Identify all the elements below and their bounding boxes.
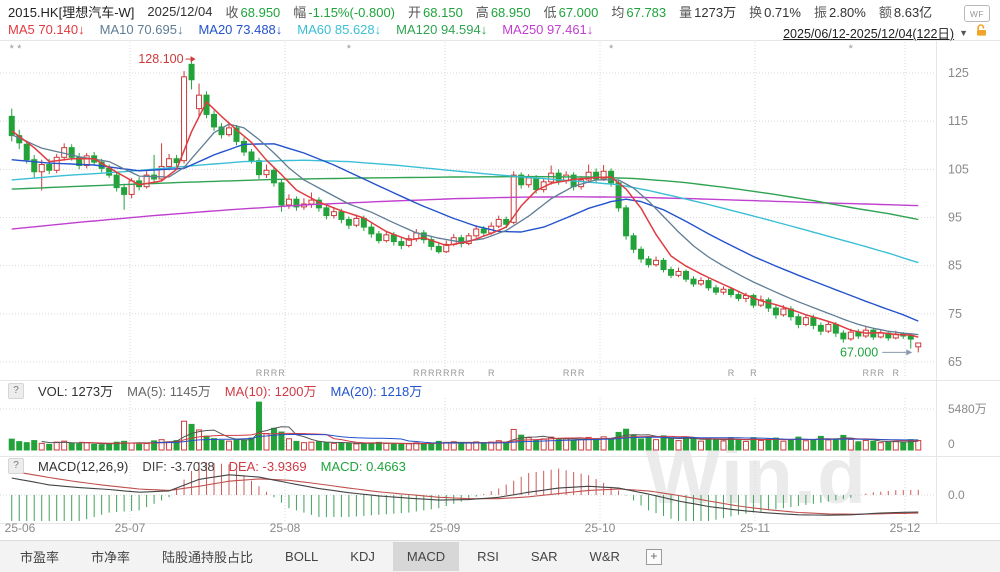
quote-header: 2015.HK[理想汽车-W] 2025/12/04 收68.950 幅-1.15… <box>8 3 932 20</box>
svg-text:25-09: 25-09 <box>430 521 461 535</box>
svg-text:R: R <box>578 368 585 378</box>
svg-text:85: 85 <box>948 259 962 273</box>
svg-text:25-12: 25-12 <box>890 521 921 535</box>
svg-text:R: R <box>728 368 735 378</box>
unlock-icon[interactable] <box>975 24 988 42</box>
svg-text:R: R <box>443 368 450 378</box>
quote-field-振: 振2.80% <box>814 2 866 21</box>
svg-text:25-06: 25-06 <box>5 521 36 535</box>
quote-field-幅: 幅-1.15%(-0.800) <box>293 2 395 21</box>
quote-field-低: 低67.000 <box>544 2 599 21</box>
svg-text:R: R <box>263 368 270 378</box>
tab-W&R[interactable]: W&R <box>576 542 634 571</box>
macd-legend-item-2: DEA: -3.9369 <box>229 459 307 474</box>
tab-KDJ[interactable]: KDJ <box>336 542 389 571</box>
svg-text:0: 0 <box>948 437 955 451</box>
svg-text:R: R <box>451 368 458 378</box>
date-range-text[interactable]: 2025/06/12-2025/12/04(122日) <box>783 23 954 42</box>
wind-stock-chart-window: 2015.HK[理想汽车-W] 2025/12/04 收68.950 幅-1.15… <box>0 0 1000 572</box>
chevron-down-icon[interactable]: ▼ <box>959 28 968 38</box>
svg-text:*: * <box>609 43 614 55</box>
indicator-tab-bar: 市盈率市净率陆股通持股占比BOLLKDJMACDRSISARW&R + <box>0 540 1000 572</box>
svg-text:125: 125 <box>948 66 969 80</box>
date-range-selector[interactable]: 2025/06/12-2025/12/04(122日) ▼ <box>783 23 968 42</box>
quote-date: 2025/12/04 <box>147 4 212 19</box>
svg-text:R: R <box>863 368 870 378</box>
quote-field-开: 开68.150 <box>408 2 463 21</box>
svg-text:R: R <box>413 368 420 378</box>
svg-text:75: 75 <box>948 307 962 321</box>
svg-text:95: 95 <box>948 211 962 225</box>
svg-text:*: * <box>17 43 22 55</box>
svg-text:R: R <box>428 368 435 378</box>
volume-legend-item-1: MA(5): 1145万 <box>127 381 211 400</box>
chart-canvas[interactable]: 125 115 105 95 85 75 65 5480万 0 0.0 25-06 25-07 25-0… <box>0 0 1000 572</box>
svg-text:R: R <box>893 368 900 378</box>
tab-市盈率[interactable]: 市盈率 <box>6 540 73 572</box>
tab-陆股通持股占比[interactable]: 陆股通持股占比 <box>148 540 267 572</box>
wf-badge-icon[interactable]: WF <box>964 5 990 22</box>
svg-text:115: 115 <box>948 114 968 128</box>
svg-text:5480万: 5480万 <box>948 402 987 416</box>
svg-text:R: R <box>878 368 885 378</box>
svg-text:128.100: 128.100 <box>138 52 183 66</box>
svg-text:*: * <box>849 43 854 55</box>
svg-text:*: * <box>347 43 352 55</box>
svg-text:R: R <box>870 368 877 378</box>
svg-text:R: R <box>421 368 428 378</box>
svg-text:25-10: 25-10 <box>585 521 616 535</box>
svg-text:0.0: 0.0 <box>948 488 965 502</box>
svg-text:R: R <box>271 368 278 378</box>
tab-MACD[interactable]: MACD <box>393 542 459 571</box>
svg-text:R: R <box>458 368 465 378</box>
tab-BOLL[interactable]: BOLL <box>271 542 332 571</box>
quote-field-额: 额8.63亿 <box>879 2 932 21</box>
ma-legend-item-MA20: MA20 73.488↓ <box>198 22 282 37</box>
svg-text:25-11: 25-11 <box>740 521 770 535</box>
ma-legend-item-MA120: MA120 94.594↓ <box>396 22 487 37</box>
volume-legend: ? VOL: 1273万 MA(5): 1145万 MA(10): 1200万 MA(… <box>8 381 422 400</box>
svg-text:25-08: 25-08 <box>270 521 301 535</box>
svg-text:25-07: 25-07 <box>115 521 146 535</box>
quote-field-量: 量1273万 <box>679 2 736 21</box>
quote-field-收: 收68.950 <box>226 2 281 21</box>
quote-field-换: 换0.71% <box>749 2 801 21</box>
ma-legend-item-MA60: MA60 85.628↓ <box>297 22 381 37</box>
macd-legend-item-3: MACD: 0.4663 <box>321 459 406 474</box>
quote-field-均: 均67.783 <box>611 2 666 21</box>
svg-text:R: R <box>488 368 495 378</box>
svg-text:R: R <box>436 368 443 378</box>
volume-legend-item-3: MA(20): 1218万 <box>331 381 423 400</box>
help-icon[interactable]: ? <box>8 383 24 399</box>
macd-legend-item-1: DIF: -3.7038 <box>142 459 214 474</box>
quote-fields: 收68.950 幅-1.15%(-0.800) 开68.150 高68.950 低67.… <box>226 2 933 21</box>
svg-text:65: 65 <box>948 355 962 369</box>
volume-legend-item-2: MA(10): 1200万 <box>225 381 317 400</box>
macd-legend-item-0: MACD(12,26,9) <box>38 459 128 474</box>
ma-legend-item-MA10: MA10 70.695↓ <box>100 22 184 37</box>
quote-field-高: 高68.950 <box>476 2 531 21</box>
svg-text:R: R <box>256 368 263 378</box>
tab-市净率[interactable]: 市净率 <box>77 540 144 572</box>
svg-text:R: R <box>563 368 570 378</box>
tab-RSI[interactable]: RSI <box>463 542 513 571</box>
ma-legend-item-MA5: MA5 70.140↓ <box>8 22 85 37</box>
svg-text:105: 105 <box>948 162 969 176</box>
svg-text:R: R <box>278 368 285 378</box>
svg-text:67.000: 67.000 <box>840 345 878 359</box>
tab-SAR[interactable]: SAR <box>517 542 572 571</box>
volume-legend-item-0: VOL: 1273万 <box>38 381 113 400</box>
ma-legend: MA5 70.140↓ MA10 70.695↓ MA20 73.488↓ MA60 … <box>8 21 593 38</box>
svg-text:*: * <box>10 43 15 55</box>
svg-text:R: R <box>570 368 577 378</box>
svg-text:R: R <box>750 368 757 378</box>
help-icon[interactable]: ? <box>8 458 24 474</box>
ma-legend-item-MA250: MA250 97.461↓ <box>502 22 593 37</box>
symbol-name[interactable]: 2015.HK[理想汽车-W] <box>8 2 134 21</box>
add-indicator-button[interactable]: + <box>646 549 662 565</box>
macd-legend: ? MACD(12,26,9) DIF: -3.7038 DEA: -3.9369 M… <box>8 458 406 474</box>
